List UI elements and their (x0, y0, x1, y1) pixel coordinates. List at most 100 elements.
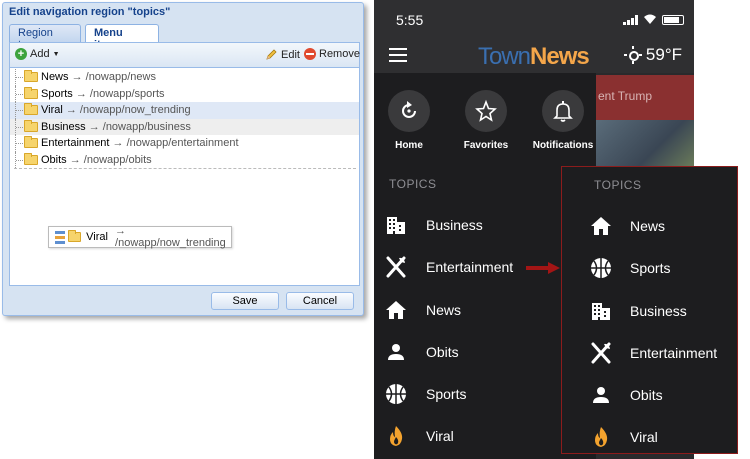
tree-elbow (15, 135, 23, 152)
tree-toolbar: + Add ▼ Edit Remove (10, 43, 360, 68)
topics-section-title: TOPICS (594, 178, 642, 192)
reordered-item-label: Entertainment (630, 345, 718, 361)
weather-widget[interactable]: 59°F (623, 45, 682, 65)
folder-icon (24, 119, 38, 132)
quick-action-favorites[interactable]: Favorites (451, 90, 521, 151)
townnews-logo[interactable]: TownNews (478, 43, 590, 71)
drawer-item-label: Viral (426, 428, 454, 444)
quick-action-label: Home (395, 140, 423, 151)
tree-row-sports[interactable]: Sports → /nowapp/sports (10, 85, 359, 102)
background-photo (596, 120, 694, 170)
status-icons (623, 14, 684, 25)
topics-section-title: TOPICS (389, 177, 437, 191)
remove-label: Remove (319, 48, 360, 60)
battery-icon (662, 14, 684, 25)
tree-item-path: → /nowapp/news (71, 71, 156, 84)
reordered-topics-panel: TOPICS News Sports Business Entertainmen… (561, 166, 738, 454)
logo-town: Town (478, 43, 531, 70)
drawer-item-label: Obits (426, 344, 459, 360)
menu-items-panel: + Add ▼ Edit Remove News → /nowapp/news … (9, 42, 360, 286)
reordered-item-label: Sports (630, 260, 671, 276)
quick-action-notifications[interactable]: Notifications (528, 90, 598, 151)
background-headline: ent Trump (598, 89, 653, 103)
quick-action-home[interactable]: Home (374, 90, 444, 151)
add-button[interactable]: + Add ▼ (15, 48, 60, 60)
folder-icon (68, 230, 82, 242)
tree-elbow (15, 151, 23, 168)
menu-items-tree: News → /nowapp/news Sports → /nowapp/spo… (10, 69, 359, 168)
tree-item-path: → /nowapp/now_trending (65, 104, 191, 117)
folder-icon (24, 103, 38, 116)
edit-button[interactable]: Edit (265, 48, 300, 61)
edit-navigation-dialog: Edit navigation region "topics" Region t… (2, 2, 364, 316)
tree-row-obits[interactable]: Obits → /nowapp/obits (10, 151, 359, 168)
refresh-icon (388, 90, 430, 132)
reordered-item-obits[interactable]: Obits (562, 379, 737, 411)
remove-button[interactable]: Remove (304, 48, 360, 60)
reordered-item-label: News (630, 218, 666, 234)
app-bar: TownNews 59°F (374, 40, 694, 73)
bell-icon (542, 90, 584, 132)
building-icon (592, 303, 610, 320)
tree-item-path: → /nowapp/entertainment (112, 137, 239, 150)
basketball-icon (591, 258, 611, 278)
drawer-item-label: Business (426, 217, 483, 233)
reordered-item-label: Business (630, 303, 687, 319)
quick-action-label: Favorites (463, 140, 509, 151)
tree-item-path: → /nowapp/sports (75, 87, 165, 100)
sun-icon (623, 46, 642, 64)
reordered-item-label: Obits (630, 387, 663, 403)
tab-region-type[interactable]: Region type (9, 24, 81, 51)
reordered-item-sports[interactable]: Sports (562, 252, 737, 284)
tree-row-viral[interactable]: Viral → /nowapp/now_trending (10, 102, 359, 119)
pencil-icon (266, 49, 277, 60)
tree-item-name: Viral (41, 104, 63, 117)
folder-icon (24, 86, 38, 99)
drawer-item-label: Sports (426, 386, 467, 402)
basketball-icon (386, 384, 406, 404)
reordered-item-news[interactable]: News (562, 210, 737, 242)
drawer-item-label: Entertainment (426, 259, 514, 275)
add-icon: + (15, 48, 27, 60)
drawer-item-label: News (426, 302, 462, 318)
dialog-tabs: Region type Menu items (9, 24, 359, 51)
tree-item-name: Sports (41, 87, 73, 100)
add-label: Add (30, 48, 50, 60)
edit-label: Edit (281, 48, 300, 61)
tab-menu-items[interactable]: Menu items (85, 24, 159, 51)
flame-icon (595, 427, 608, 447)
tree-row-entertainment[interactable]: Entertainment → /nowapp/entertainment (10, 135, 359, 152)
tree-item-name: Business (41, 120, 86, 133)
tree-elbow (15, 118, 23, 135)
reordered-item-entertainment[interactable]: Entertainment (562, 337, 737, 369)
person-icon (593, 387, 609, 403)
tree-elbow (15, 102, 23, 119)
home-icon (386, 301, 406, 319)
hamburger-menu-icon[interactable] (389, 48, 407, 62)
reordered-item-label: Viral (630, 429, 658, 445)
tree-row-news[interactable]: News → /nowapp/news (10, 69, 359, 86)
drop-indicator-line (14, 168, 356, 169)
dialog-title: Edit navigation region "topics" (9, 6, 171, 18)
arrow-right-icon (526, 262, 560, 274)
reordered-item-viral[interactable]: Viral (562, 421, 737, 453)
tree-row-business[interactable]: Business → /nowapp/business (10, 118, 359, 135)
tree-elbow (15, 69, 23, 86)
drag-move-icon (53, 230, 66, 244)
reordered-item-business[interactable]: Business (562, 295, 737, 327)
tree-item-name: Entertainment (41, 137, 110, 150)
cancel-button[interactable]: Cancel (286, 292, 354, 310)
chevron-down-icon: ▼ (52, 50, 60, 58)
tree-item-path: → /nowapp/business (88, 120, 191, 133)
home-icon (591, 217, 611, 235)
tree-item-path: → /nowapp/obits (69, 153, 152, 166)
folder-icon (24, 70, 38, 83)
quick-action-label: Notifications (532, 140, 594, 151)
screenshot-canvas: Edit navigation region "topics" Region t… (0, 0, 750, 459)
logo-news: News (530, 43, 590, 70)
remove-icon (304, 48, 316, 60)
save-button[interactable]: Save (211, 292, 279, 310)
person-icon (388, 344, 404, 360)
wifi-icon (644, 14, 656, 24)
tree-item-name: News (41, 71, 69, 84)
